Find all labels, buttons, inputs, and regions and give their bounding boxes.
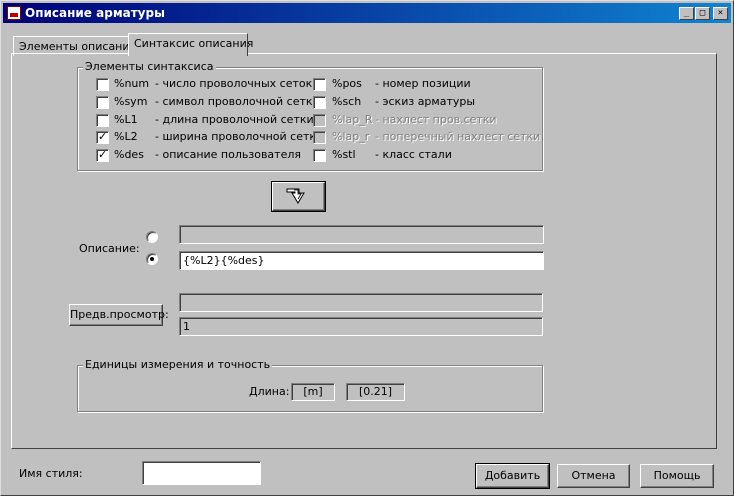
checkbox-num[interactable] xyxy=(96,78,109,91)
checkbox-pos[interactable] xyxy=(313,78,326,91)
help-button[interactable]: Помощь xyxy=(640,464,714,488)
syntax-group-title: Элементы синтаксиса xyxy=(83,60,216,73)
description-field-2[interactable]: {%L2}{%des} xyxy=(179,251,544,270)
preview-button[interactable]: Предв.просмотр: xyxy=(69,304,169,326)
preview-line-1 xyxy=(179,293,543,312)
checkbox-pos-desc: - номер позиции xyxy=(375,77,471,90)
checkbox-l2-code: %L2 xyxy=(114,130,138,143)
checkbox-stl-code: %stl xyxy=(332,148,356,161)
checkbox-pos-code: %pos xyxy=(332,77,362,90)
length-unit-field[interactable]: [m] xyxy=(291,383,335,401)
checkbox-lap-r-lower-desc: - поперечный нахлест сетки xyxy=(375,130,541,143)
title-bar[interactable]: Описание арматуры _ □ × xyxy=(3,3,731,23)
checkbox-l1-desc: - длина проволочной сетки xyxy=(155,113,314,126)
checkbox-des[interactable]: ✓ xyxy=(96,148,109,162)
checkbox-sym-code: %sym xyxy=(114,95,148,108)
description-radio-1[interactable] xyxy=(146,231,158,243)
cancel-button[interactable]: Отмена xyxy=(557,464,630,488)
checkbox-stl-desc: - класс стали xyxy=(375,148,452,161)
close-button[interactable]: × xyxy=(713,7,728,20)
checkbox-des-desc: - описание пользователя xyxy=(155,148,301,161)
checkbox-lap-r-upper-desc: - нахлест пров.сетки xyxy=(375,113,497,126)
checkbox-sch-code: %sch xyxy=(332,95,362,108)
arrow-down-insert-icon xyxy=(286,188,305,204)
checkbox-lap-r-lower xyxy=(313,131,326,144)
checkbox-l2[interactable]: ✓ xyxy=(96,130,109,144)
checkbox-num-code: %num xyxy=(114,77,150,90)
checkbox-lap-r-upper xyxy=(313,114,326,127)
style-name-input[interactable] xyxy=(142,461,261,485)
length-label: Длина: xyxy=(249,385,290,398)
window-title: Описание арматуры xyxy=(25,6,165,20)
dialog-window: Описание арматуры _ □ × Элементы описани… xyxy=(0,0,734,496)
units-group-title: Единицы измерения и точность xyxy=(83,358,273,371)
checkbox-lap-r-lower-code: %lap_r xyxy=(332,130,370,143)
description-field-1[interactable] xyxy=(179,225,544,244)
check-mark-icon: ✓ xyxy=(98,130,108,143)
add-button[interactable]: Добавить xyxy=(475,463,550,489)
checkbox-sym-desc: - символ проволочной сетки xyxy=(155,95,320,108)
checkbox-sch-desc: - эскиз арматуры xyxy=(375,95,476,108)
checkbox-num-desc: - число проволочных сеток xyxy=(155,77,313,90)
checkbox-lap-r-upper-code: %lap_R xyxy=(332,113,373,126)
length-precision-field[interactable]: [0.21] xyxy=(346,383,405,401)
app-icon xyxy=(7,6,21,20)
checkbox-sch[interactable] xyxy=(313,96,326,109)
check-mark-icon: ✓ xyxy=(98,148,108,161)
checkbox-des-code: %des xyxy=(114,148,144,161)
checkbox-l2-desc: - ширина проволочной сетки xyxy=(155,130,324,143)
style-name-label: Имя стиля: xyxy=(19,467,83,480)
description-radio-2[interactable] xyxy=(146,253,158,265)
radio-selected-dot xyxy=(150,257,154,261)
checkbox-l1-code: %L1 xyxy=(114,113,138,126)
tab-description-syntax[interactable]: Синтаксис описания xyxy=(128,33,253,56)
description-label: Описание: xyxy=(79,242,140,255)
checkbox-l1[interactable] xyxy=(96,114,109,127)
minimize-button[interactable]: _ xyxy=(679,7,694,20)
checkbox-sym[interactable] xyxy=(96,96,109,109)
preview-line-2: 1 xyxy=(179,317,543,336)
checkbox-stl[interactable] xyxy=(313,149,326,162)
insert-syntax-button[interactable] xyxy=(271,181,326,212)
maximize-button[interactable]: □ xyxy=(695,7,710,20)
